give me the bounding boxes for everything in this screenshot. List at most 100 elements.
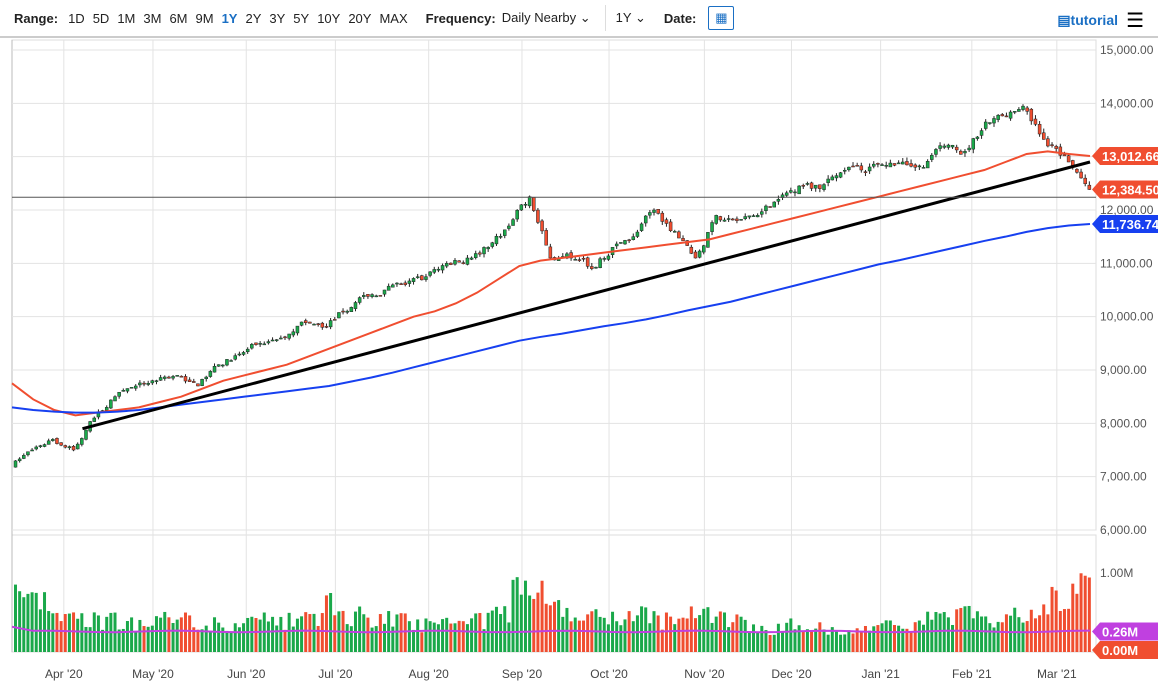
volume-bar — [26, 594, 29, 652]
volume-bar — [860, 632, 863, 652]
x-tick-label: Dec '20 — [771, 667, 812, 681]
candle-body — [897, 163, 900, 164]
candle-body — [773, 202, 776, 207]
volume-bar — [470, 618, 473, 652]
volume-bar — [802, 632, 805, 652]
candle-body — [968, 148, 971, 150]
candle-body — [254, 343, 257, 345]
candle-body — [603, 258, 606, 259]
candle-body — [1075, 169, 1078, 172]
volume-bar — [1022, 623, 1025, 652]
candle-body — [653, 210, 656, 213]
volume-bar — [424, 618, 427, 652]
volume-bar — [744, 620, 747, 652]
candle-body — [234, 356, 237, 360]
volume-bar — [259, 620, 262, 652]
candle-body — [263, 344, 266, 345]
price-panel — [12, 40, 1096, 530]
candle-body — [578, 260, 581, 261]
volume-bar — [449, 624, 452, 652]
volume-bar — [441, 619, 444, 652]
volume-bar — [1084, 576, 1087, 652]
price-chart[interactable]: 15,000.0014,000.0013,000.0012,000.0011,0… — [0, 0, 1158, 688]
volume-bar — [1030, 610, 1033, 652]
candle-body — [901, 162, 904, 164]
candle-body — [491, 243, 494, 247]
ma50-line — [12, 151, 1090, 415]
candle-body — [259, 343, 262, 344]
volume-bar — [234, 623, 237, 652]
candle-body — [60, 443, 63, 446]
candle-body — [959, 151, 962, 154]
volume-bar — [541, 581, 544, 652]
volume-bar — [22, 597, 25, 652]
candle-body — [84, 430, 87, 439]
volume-bar — [673, 624, 676, 652]
volume-bar — [1026, 621, 1029, 652]
candle-body — [433, 269, 436, 272]
x-tick-label: Jan '21 — [861, 667, 900, 681]
volume-bar — [603, 618, 606, 652]
volume-bar — [694, 618, 697, 652]
candle-body — [536, 210, 539, 222]
candle-body — [1067, 156, 1070, 162]
volume-bar — [988, 623, 991, 652]
candle-body — [250, 344, 253, 348]
volume-bar — [143, 626, 146, 652]
candle-body — [524, 204, 527, 205]
x-tick-label: Apr '20 — [45, 667, 83, 681]
volume-bar — [300, 616, 303, 652]
volume-bar — [138, 620, 141, 652]
candle-body — [342, 311, 345, 312]
candle-body — [740, 219, 743, 220]
candle-body — [184, 376, 187, 381]
candle-body — [628, 240, 631, 241]
candle-body — [192, 381, 195, 382]
x-tick-label: Oct '20 — [590, 667, 628, 681]
candle-body — [665, 220, 668, 224]
candle-body — [267, 342, 270, 343]
candle-body — [802, 185, 805, 186]
candle-body — [951, 145, 954, 147]
candle-body — [507, 226, 510, 229]
candle-body — [723, 220, 726, 221]
volume-bar — [810, 631, 813, 652]
candle-body — [694, 252, 697, 258]
candle-body — [495, 236, 498, 244]
price-tick-label: 9,000.00 — [1100, 363, 1147, 377]
candle-body — [818, 185, 821, 189]
candle-body — [690, 247, 693, 253]
volume-bar — [910, 632, 913, 652]
candle-body — [35, 447, 38, 449]
candle-body — [827, 179, 830, 183]
candle-body — [512, 220, 515, 226]
candle-body — [238, 354, 241, 355]
candle-body — [988, 123, 991, 124]
volume-bar — [1005, 614, 1008, 652]
candle-body — [201, 379, 204, 385]
candle-body — [317, 324, 320, 325]
candle-body — [1059, 147, 1062, 155]
candle-body — [1055, 146, 1058, 148]
candle-body — [1051, 145, 1054, 146]
candle-body — [408, 281, 411, 284]
volume-bar — [271, 617, 274, 652]
candle-body — [756, 215, 759, 217]
candle-body — [105, 407, 108, 410]
volume-bar — [458, 621, 461, 652]
volume-bar — [350, 626, 353, 652]
volume-bar — [715, 617, 718, 652]
volume-bar — [980, 617, 983, 652]
candle-body — [395, 283, 398, 284]
candle-body — [325, 326, 328, 327]
candle-body — [292, 332, 295, 335]
candle-body — [1009, 112, 1012, 118]
candle-body — [798, 186, 801, 194]
candle-body — [375, 296, 378, 297]
volume-bar — [512, 580, 515, 652]
volume-bar — [789, 618, 792, 652]
volume-bar — [897, 626, 900, 652]
volume-bar — [852, 634, 855, 652]
volume-bar — [615, 621, 618, 652]
candle-body — [462, 263, 465, 264]
